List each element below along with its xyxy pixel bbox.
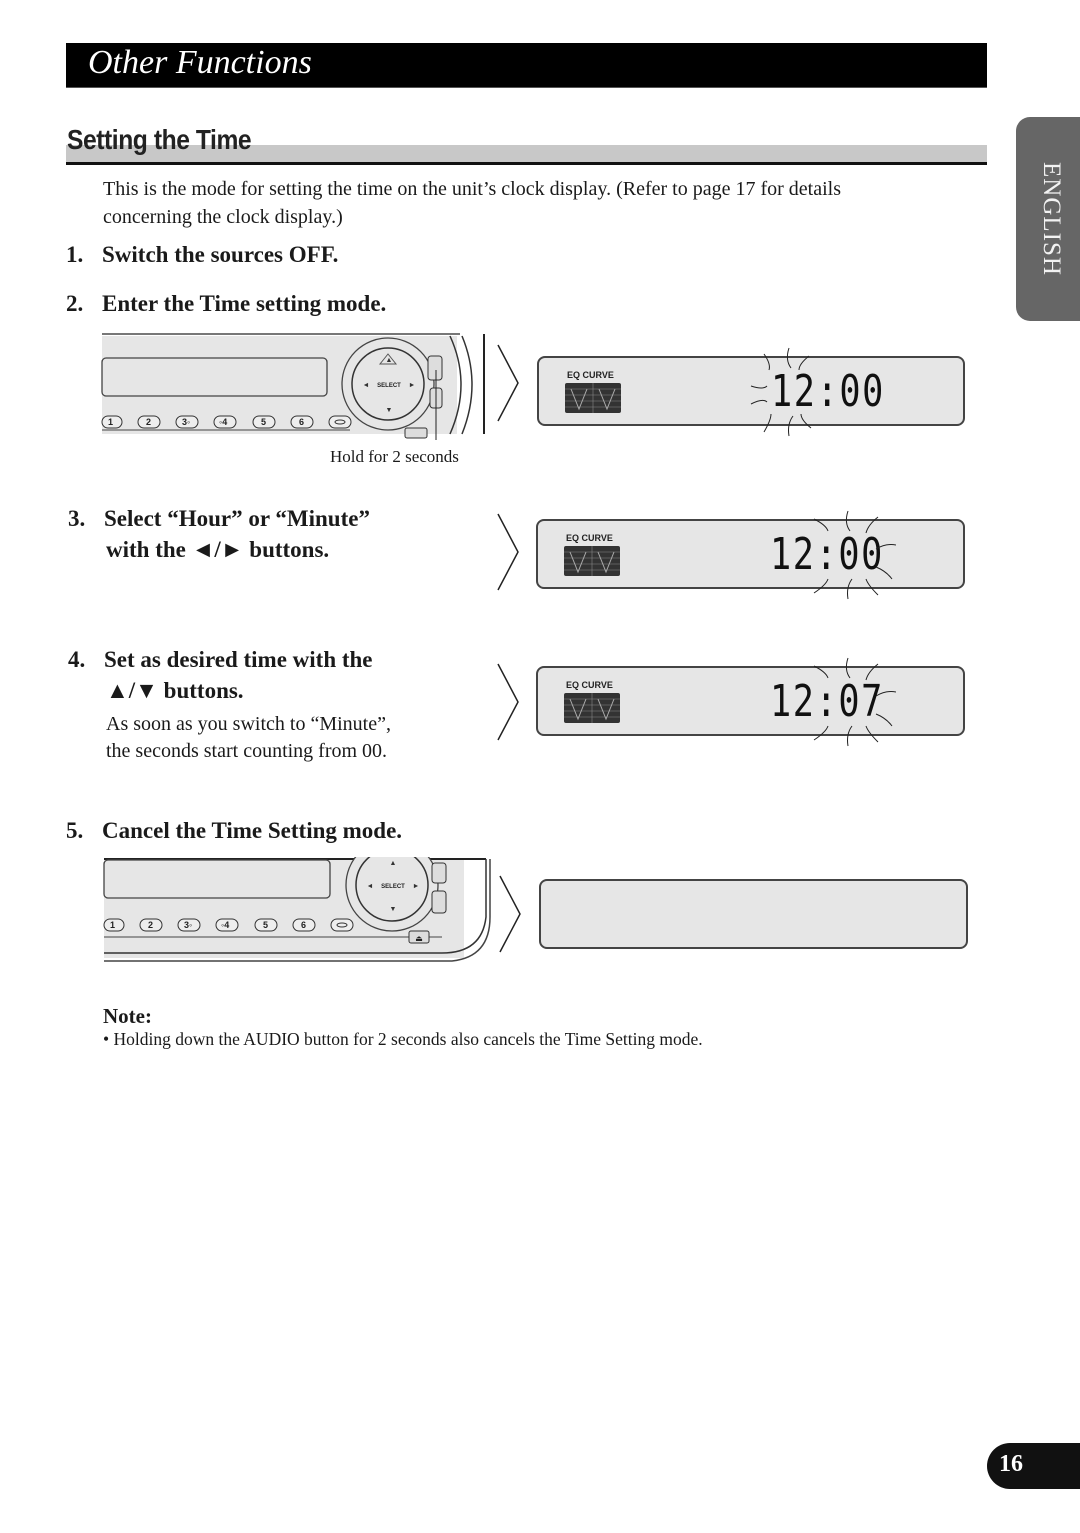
step-1: 1. Switch the sources OFF. [66, 242, 338, 268]
eq-curve-label: EQ CURVE [566, 533, 613, 543]
svg-text:◄: ◄ [367, 882, 374, 890]
arrow-right-icon [497, 663, 519, 741]
svg-text:3◦: 3◦ [184, 920, 192, 930]
step-title: Switch the sources OFF. [102, 242, 339, 267]
step-title-line1: Select “Hour” or “Minute” [104, 506, 370, 531]
eq-curve-graph [565, 383, 621, 413]
svg-text:3◦: 3◦ [182, 417, 190, 427]
arrow-right-icon [497, 344, 519, 422]
svg-text:◦4: ◦4 [221, 920, 229, 930]
svg-text:►: ► [409, 381, 416, 389]
intro-paragraph: This is the mode for setting the time on… [103, 178, 841, 228]
svg-text:◦4: ◦4 [219, 417, 227, 427]
eq-curve-graph [564, 546, 620, 576]
section-rule [66, 162, 987, 165]
svg-text:▲: ▲ [386, 356, 393, 364]
svg-text:▼: ▼ [386, 406, 393, 414]
step-number: 2. [66, 291, 84, 316]
step-title-line2: ▲/▼ buttons. [106, 678, 244, 703]
select-label: SELECT [381, 884, 405, 890]
lcd-display-blank [539, 879, 968, 949]
svg-text:⏏: ⏏ [415, 934, 423, 943]
step-5: 5. Cancel the Time Setting mode. [66, 818, 402, 844]
flash-burst-icon [750, 347, 812, 437]
step-title: Enter the Time setting mode. [102, 291, 387, 316]
chapter-header: Other Functions [66, 43, 987, 88]
audio-button [427, 355, 443, 381]
note-title: Note: [103, 1004, 152, 1028]
step-number: 3. [68, 506, 86, 531]
language-tab: ENGLISH [1016, 117, 1080, 321]
flash-burst-icon [813, 510, 896, 600]
svg-text:5: 5 [261, 417, 266, 427]
eq-curve-label: EQ CURVE [566, 680, 613, 690]
step-number: 1. [66, 242, 84, 267]
hold-caption: Hold for 2 seconds [330, 447, 459, 466]
display-window [101, 357, 328, 397]
svg-text:▲: ▲ [390, 859, 397, 867]
lcd-display-hour-flash: EQ CURVE 12:00 [537, 347, 965, 437]
svg-text:6: 6 [301, 920, 306, 930]
step-body-line2: the seconds start counting from 00. [106, 740, 388, 762]
svg-text:1: 1 [110, 920, 115, 930]
head-unit-illustration: ▲ ▼ ◄ ► SELECT ⏏ 1 2 3◦ ◦4 5 6 [103, 857, 491, 962]
step-title-line2: with the ◄/► buttons. [106, 537, 330, 562]
head-unit-illustration: ▲ ▼ ◄ ► SELECT 1 2 3◦ ◦4 5 6 [101, 333, 485, 440]
page-number: 16 [999, 1451, 1023, 1477]
note-bullet: • Holding down the AUDIO button for 2 se… [103, 1029, 703, 1049]
svg-text:5: 5 [263, 920, 268, 930]
arrow-right-icon [499, 875, 521, 953]
svg-text:6: 6 [299, 417, 304, 427]
display-window [103, 859, 331, 899]
arrow-right-icon [497, 513, 519, 591]
section-title: Setting the Time [67, 124, 252, 155]
chapter-title: Other Functions [88, 44, 312, 81]
language-tab-label: ENGLISH [1038, 162, 1065, 276]
step-4: 4. Set as desired time with the ▲/▼ butto… [68, 644, 391, 765]
step-title-line1: Set as desired time with the [104, 647, 373, 672]
lcd-display-minute-flash: EQ CURVE 12:00 [536, 510, 965, 600]
lcd-display-set-time: EQ CURVE 12:07 [536, 657, 965, 747]
eq-curve-graph [564, 693, 620, 723]
flash-burst-icon [813, 657, 896, 747]
step-body-line1: As soon as you switch to “Minute”, [106, 713, 391, 735]
svg-text:2: 2 [146, 417, 151, 427]
svg-text:2: 2 [148, 920, 153, 930]
svg-text:1: 1 [108, 417, 113, 427]
page-number-badge: 16 [987, 1443, 1080, 1489]
step-number: 5. [66, 818, 84, 843]
step-3: 3. Select “Hour” or “Minute” with the ◄/►… [68, 503, 370, 565]
svg-text:◄: ◄ [363, 381, 370, 389]
eq-curve-label: EQ CURVE [567, 370, 614, 380]
svg-text:►: ► [413, 882, 420, 890]
step-2: 2. Enter the Time setting mode. [66, 291, 386, 317]
step-body: As soon as you switch to “Minute”, the s… [68, 711, 391, 765]
step-number: 4. [68, 647, 86, 672]
select-label: SELECT [377, 383, 401, 389]
svg-text:▼: ▼ [390, 905, 397, 913]
step-title: Cancel the Time Setting mode. [102, 818, 403, 843]
